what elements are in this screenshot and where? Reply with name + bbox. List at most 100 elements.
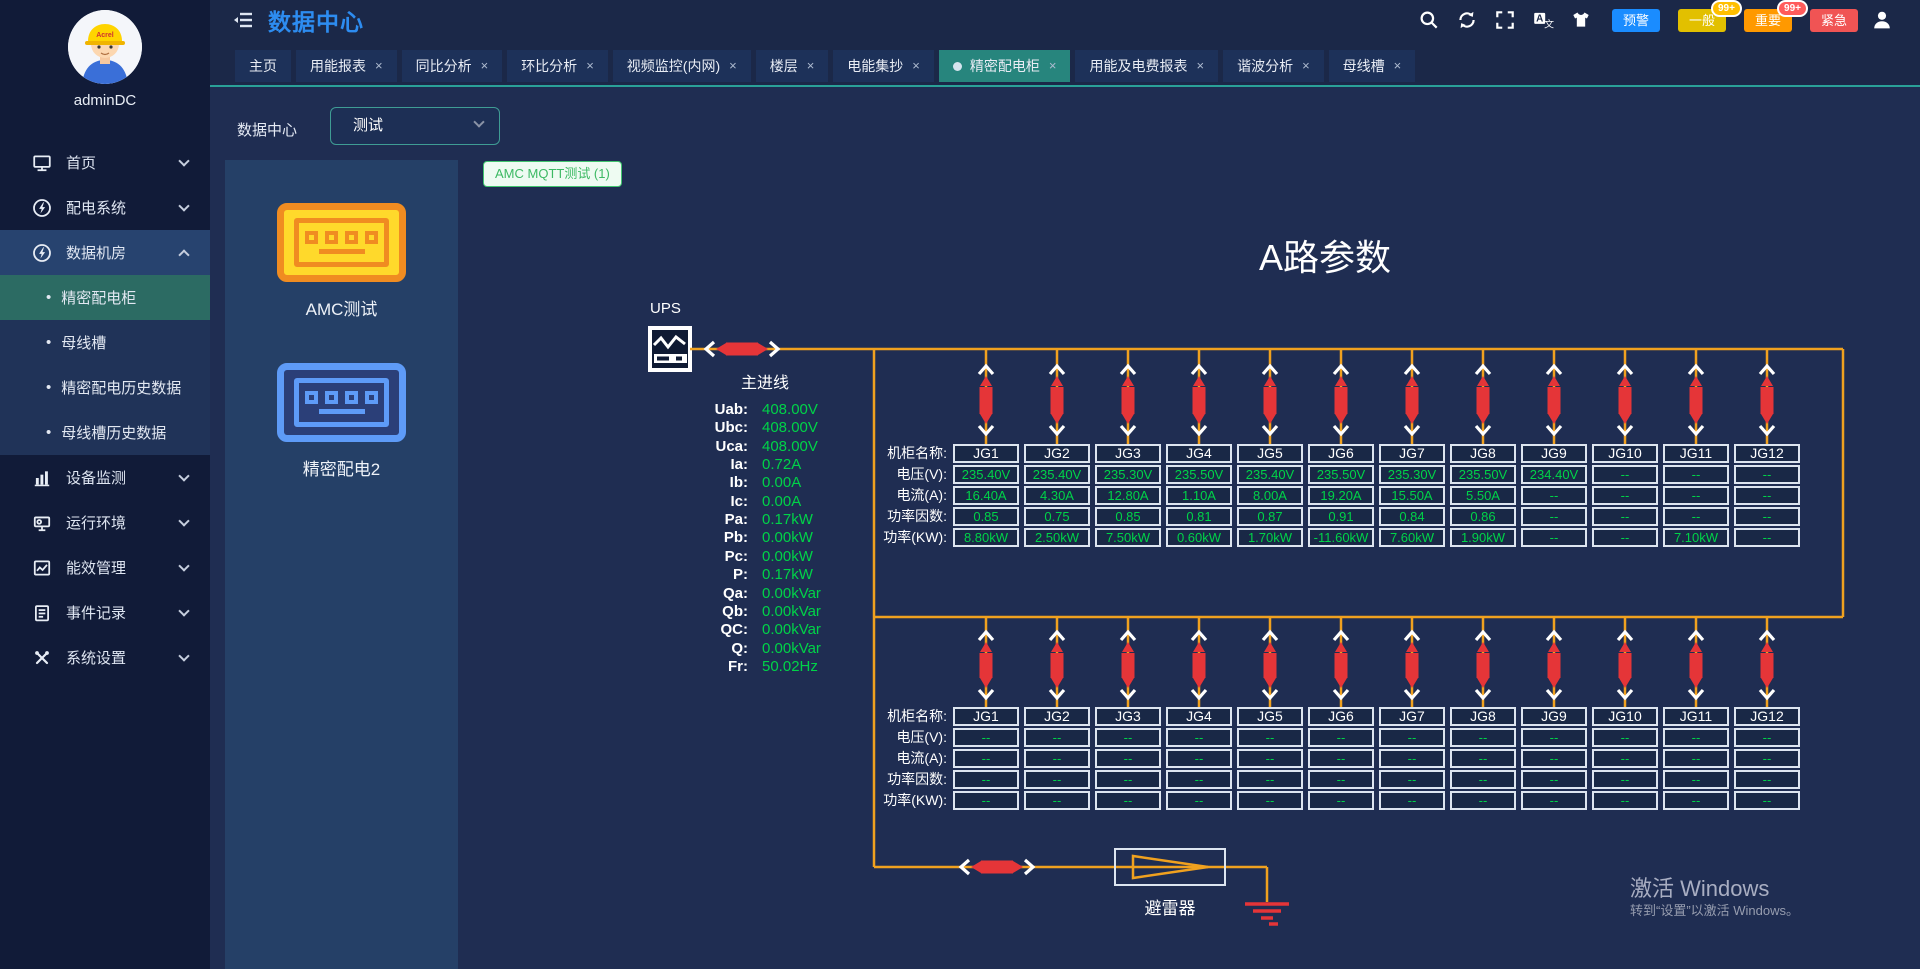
tab-close-icon[interactable]: × [807, 50, 815, 82]
reading-label: Ic: [600, 493, 748, 510]
table-row-label: 功率因数: [820, 507, 947, 526]
sidebar-item-首页[interactable]: 首页 [0, 140, 210, 185]
reading-value: 408.00V [762, 419, 818, 436]
cabinet-column-JG6: JG6-------- [1308, 707, 1374, 812]
cabinet-value-cell: -- [1663, 728, 1729, 747]
cabinet-value-cell: -- [1450, 770, 1516, 789]
datacenter-select[interactable]: 测试 [330, 107, 500, 145]
tab-用能及电费报表[interactable]: 用能及电费报表 × [1075, 50, 1218, 82]
user-icon[interactable] [1870, 8, 1894, 32]
fullscreen-icon[interactable] [1494, 9, 1516, 31]
tab-母线槽[interactable]: 母线槽× [1329, 50, 1416, 82]
avatar[interactable]: Acrel [68, 10, 142, 84]
reading-label: Uca: [600, 438, 748, 455]
tab-环比分析[interactable]: 环比分析 × [507, 50, 608, 82]
tab-close-icon[interactable]: × [1394, 50, 1402, 82]
sidebar-item-运行环境[interactable]: 运行环境 [0, 500, 210, 545]
sidebar-item-数据机房[interactable]: 数据机房 [0, 230, 210, 275]
cabinet-column-JG1: JG1-------- [953, 707, 1019, 812]
sidebar-subitem-精密配电柜[interactable]: •精密配电柜 [0, 275, 210, 320]
tab-close-icon[interactable]: × [729, 50, 737, 82]
chevron-up-icon [178, 249, 189, 260]
tab-close-icon[interactable]: × [375, 50, 383, 82]
cabinet-value-cell: 16.40A [953, 486, 1019, 505]
monitor-icon [32, 153, 52, 173]
tab-主页[interactable]: 主页 [235, 50, 291, 82]
tab-close-icon[interactable]: × [481, 50, 489, 82]
sidebar-subitem-母线槽历史数据[interactable]: •母线槽历史数据 [0, 410, 210, 455]
tab-电能集抄[interactable]: 电能集抄 × [833, 50, 934, 82]
tab-用能报表[interactable]: 用能报表× [296, 50, 397, 82]
reading-value: 50.02Hz [762, 658, 818, 675]
cabinet-value-cell: -- [1379, 770, 1445, 789]
sidebar-submenu: •精密配电柜•母线槽•精密配电历史数据•母线槽历史数据 [0, 275, 210, 455]
collapse-menu-icon[interactable] [232, 9, 254, 31]
cabinet-name-cell: JG6 [1308, 707, 1374, 726]
tab-label: 同比分析 [416, 50, 472, 82]
tab-精密配电柜[interactable]: 精密配电柜× [939, 50, 1071, 82]
user-profile[interactable]: Acrel adminDC [0, 10, 210, 109]
reading-value: 408.00V [762, 438, 818, 455]
tab-close-icon[interactable]: × [1302, 50, 1310, 82]
alarm-button-预警[interactable]: 预警 [1612, 9, 1660, 32]
cabinet-value-cell: 2.50kW [1024, 528, 1090, 547]
theme-icon[interactable] [1570, 9, 1592, 31]
tab-close-icon[interactable]: × [1049, 50, 1057, 82]
sidebar-subitem-母线槽[interactable]: •母线槽 [0, 320, 210, 365]
cabinet-value-cell: -- [1450, 728, 1516, 747]
energy-icon [32, 558, 52, 578]
tab-视频监控(内网)[interactable]: 视频监控(内网)× [613, 50, 751, 82]
device-card-amc[interactable]: AMC测试 [225, 203, 458, 320]
alarm-count-badge: 99+ [1711, 0, 1742, 17]
tab-谐波分析[interactable]: 谐波分析× [1223, 50, 1324, 82]
cabinet-value-cell: -- [1166, 770, 1232, 789]
sidebar-item-事件记录[interactable]: 事件记录 [0, 590, 210, 635]
tab-楼层[interactable]: 楼层× [756, 50, 829, 82]
cabinet-value-cell: -- [1166, 728, 1232, 747]
branch-breaker-symbol [1618, 349, 1632, 444]
header: 数据中心 A文 预警一般99+重要99+紧急 [210, 0, 1920, 40]
branch-breaker-symbol [1547, 349, 1561, 444]
cabinet-value-cell: -- [1734, 770, 1800, 789]
sidebar-item-label: 首页 [66, 152, 96, 173]
search-icon[interactable] [1418, 9, 1440, 31]
sidebar-subitem-精密配电历史数据[interactable]: •精密配电历史数据 [0, 365, 210, 410]
alarm-button-一般[interactable]: 一般99+ [1678, 9, 1726, 32]
tab-close-icon[interactable]: × [586, 50, 594, 82]
device-group-tag[interactable]: AMC MQTT测试 (1) [483, 161, 622, 187]
reading-value: 0.00kVar [762, 585, 821, 602]
cabinet-column-JG11: JG11------7.10kW [1663, 444, 1729, 549]
tab-close-icon[interactable]: × [912, 50, 920, 82]
tab-close-icon[interactable]: × [1196, 50, 1204, 82]
table-row-label: 电压(V): [820, 465, 947, 484]
tab-label: 电能集抄 [847, 50, 903, 82]
sidebar-item-能效管理[interactable]: 能效管理 [0, 545, 210, 590]
cabinet-column-JG11: JG11-------- [1663, 707, 1729, 812]
reading-label: Ia: [600, 456, 748, 473]
feed-reading-row: P:0.17kW [600, 566, 880, 584]
device-card-jmpd2[interactable]: 精密配电2 [225, 363, 458, 480]
tab-同比分析[interactable]: 同比分析 × [402, 50, 503, 82]
cabinet-value-cell: -- [1379, 728, 1445, 747]
alarm-button-紧急[interactable]: 紧急 [1810, 9, 1858, 32]
reading-value: 0.00kW [762, 529, 813, 546]
tab-label: 用能及电费报表 [1089, 50, 1187, 82]
alarm-button-重要[interactable]: 重要99+ [1744, 9, 1792, 32]
cabinet-value-cell: 12.80A [1095, 486, 1161, 505]
branch-breaker-symbol [1476, 349, 1490, 444]
windows-activation-subtitle: 转到“设置”以激活 Windows。 [1630, 900, 1799, 919]
cabinet-value-cell: -- [1095, 728, 1161, 747]
branch-breaker-symbol [979, 617, 993, 707]
tab-label: 环比分析 [521, 50, 577, 82]
cabinet-value-cell: 4.30A [1024, 486, 1090, 505]
sidebar-subitem-label: 精密配电历史数据 [61, 377, 181, 398]
sidebar-item-系统设置[interactable]: 系统设置 [0, 635, 210, 680]
translate-icon[interactable]: A文 [1532, 9, 1554, 31]
sidebar-item-设备监测[interactable]: 设备监测 [0, 455, 210, 500]
sidebar-item-配电系统[interactable]: 配电系统 [0, 185, 210, 230]
cabinet-value-cell: -- [1592, 465, 1658, 484]
reading-label: QC: [600, 621, 748, 638]
table-row-label: 电压(V): [820, 728, 947, 747]
device-panel: AMC测试 精密配电2 [225, 160, 458, 969]
refresh-icon[interactable] [1456, 9, 1478, 31]
